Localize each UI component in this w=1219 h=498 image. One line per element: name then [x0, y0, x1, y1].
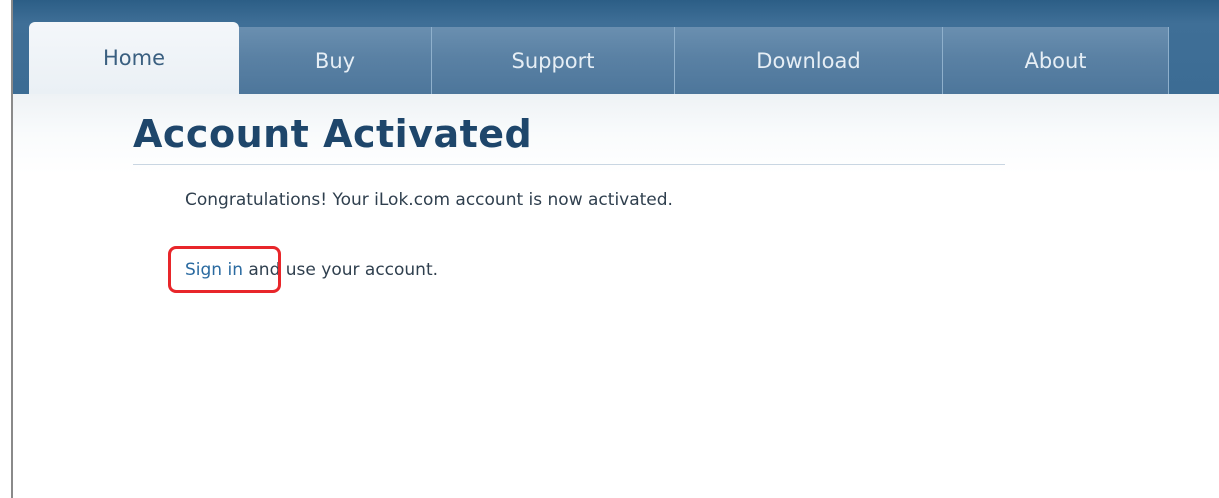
sign-in-link[interactable]: Sign in — [185, 260, 243, 280]
browser-frame: Home Buy Support Download About Account … — [11, 0, 1219, 498]
signin-sentence: Sign in and use your account. — [185, 260, 438, 280]
tab-support-label: Support — [511, 48, 595, 73]
tab-download-label: Download — [756, 48, 861, 73]
main-content: Account Activated Congratulations! Your … — [13, 94, 1219, 498]
tab-buy-label: Buy — [314, 48, 356, 73]
tab-support[interactable]: Support — [432, 27, 675, 94]
top-navigation: Home Buy Support Download About — [13, 0, 1219, 94]
tab-about-label: About — [1024, 48, 1087, 73]
title-divider — [133, 164, 1005, 165]
tab-buy[interactable]: Buy — [239, 27, 432, 94]
page-title: Account Activated — [133, 112, 533, 156]
tab-home-label: Home — [102, 46, 165, 70]
signin-suffix: and use your account. — [242, 260, 439, 280]
tab-download[interactable]: Download — [675, 27, 943, 94]
activation-message: Congratulations! Your iLok.com account i… — [185, 190, 673, 210]
tab-about[interactable]: About — [943, 27, 1169, 94]
tab-home[interactable]: Home — [29, 22, 239, 94]
